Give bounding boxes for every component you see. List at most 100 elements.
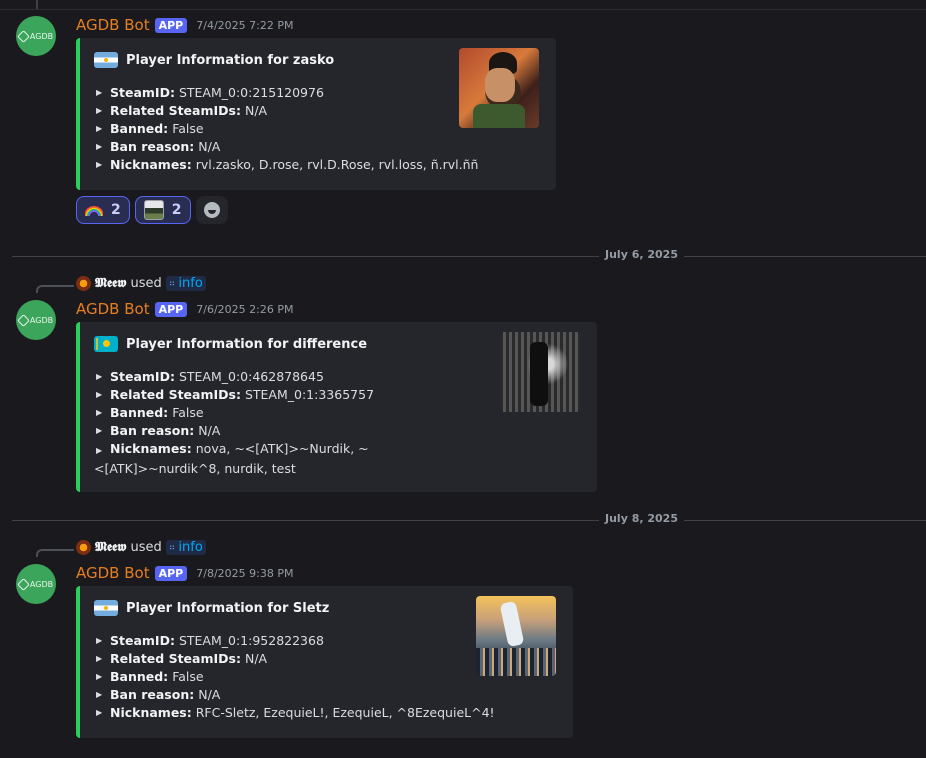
field-nicknames: ▶ Nicknames: RFC-Sletz, EzequieL!, Ezequie…: [94, 704, 495, 722]
reply-context[interactable]: 𝕸𝖊𝖊𝖜 used ⠶ info: [36, 276, 206, 293]
username[interactable]: AGDB Bot: [76, 16, 150, 34]
embed-title: Player Information for difference: [94, 336, 367, 352]
rainbow-emoji-icon: [85, 204, 103, 216]
field-key: Related SteamIDs:: [110, 103, 241, 118]
field-banned: ▶ Banned: False: [94, 120, 478, 138]
bullet-icon: ▶: [96, 446, 103, 455]
bot-avatar[interactable]: AGDB: [16, 16, 56, 56]
field-ban-reason: ▶ Ban reason: N/A: [94, 686, 495, 704]
field-value: False: [172, 121, 204, 136]
embed-title: Player Information for zasko: [94, 52, 334, 68]
field-value: STEAM_0:0:462878645: [178, 369, 324, 384]
reaction-count: 2: [111, 202, 121, 218]
slash-command[interactable]: ⠶ info: [165, 540, 206, 555]
kazakhstan-flag-icon: [94, 336, 118, 352]
avatar-text: AGDB: [29, 31, 54, 41]
reaction-count: 2: [171, 202, 182, 218]
field-key: Nicknames:: [110, 157, 192, 172]
timestamp[interactable]: 7/4/2025 7:22 PM: [196, 19, 293, 32]
field-key: Related SteamIDs:: [110, 651, 241, 666]
command-name: info: [178, 276, 203, 291]
field-value: STEAM_0:1:952822368: [178, 633, 324, 648]
bullet-icon: ▶: [96, 690, 103, 699]
slash-command[interactable]: ⠶ info: [165, 276, 206, 291]
top-border: [0, 0, 926, 10]
field-steamid: ▶ SteamID: STEAM_0:1:952822368: [94, 632, 495, 650]
embed-title: Player Information for Sletz: [94, 600, 329, 616]
avatar-text: AGDB: [29, 579, 54, 589]
field-value: False: [172, 669, 204, 684]
embed-fields: ▶ SteamID: STEAM_0:0:215120976 ▶ Related St…: [94, 84, 478, 174]
bullet-icon: ▶: [96, 160, 103, 169]
reaction-rainbow[interactable]: 2: [76, 196, 130, 224]
reply-text: used: [130, 276, 162, 291]
bullet-icon: ▶: [96, 106, 103, 115]
reaction-custom[interactable]: 2: [134, 196, 191, 224]
field-value: RFC-Sletz, EzequieL!, EzequieL, ^8Ezequi…: [195, 705, 495, 720]
reply-connector: [36, 284, 74, 293]
agdb-logo-icon: [17, 313, 30, 327]
bullet-icon: ▶: [96, 88, 103, 97]
field-key: Banned:: [110, 405, 169, 420]
thread-line: [36, 0, 38, 9]
field-value: N/A: [198, 139, 221, 154]
embed-thumbnail[interactable]: [476, 596, 556, 676]
reply-connector: [36, 548, 74, 557]
player-embed: Player Information for zasko ▶ SteamID: ST…: [76, 38, 556, 190]
reply-avatar: [76, 540, 91, 555]
reply-username[interactable]: 𝕸𝖊𝖊𝖜: [95, 540, 127, 555]
reply-context[interactable]: 𝕸𝖊𝖊𝖜 used ⠶ info: [36, 540, 206, 557]
argentina-flag-icon: [94, 600, 118, 616]
field-ban-reason: ▶ Ban reason: N/A: [94, 138, 478, 156]
embed-thumbnail[interactable]: [500, 332, 580, 412]
message-header: AGDB Bot APP 7/4/2025 7:22 PM: [76, 16, 293, 34]
add-reaction-button[interactable]: [195, 196, 228, 224]
date-divider-label: July 8, 2025: [599, 512, 684, 525]
bullet-icon: ▶: [96, 672, 103, 681]
reply-username[interactable]: 𝕸𝖊𝖊𝖜: [95, 276, 127, 291]
field-value: False: [172, 405, 204, 420]
field-key: Ban reason:: [110, 139, 195, 154]
bullet-icon: ▶: [96, 372, 103, 381]
field-value: STEAM_0:1:3365757: [244, 387, 375, 402]
timestamp[interactable]: 7/6/2025 2:26 PM: [196, 303, 293, 316]
username[interactable]: AGDB Bot: [76, 300, 150, 318]
timestamp[interactable]: 7/8/2025 9:38 PM: [196, 567, 293, 580]
argentina-flag-icon: [94, 52, 118, 68]
field-key: SteamID:: [110, 633, 175, 648]
bullet-icon: ▶: [96, 142, 103, 151]
embed-title-text: Player Information for difference: [126, 336, 368, 352]
bot-avatar[interactable]: AGDB: [16, 300, 56, 340]
field-nicknames: ▶ Nicknames: rvl.zasko, D.rose, rvl.D.Rose…: [94, 156, 478, 174]
embed-thumbnail[interactable]: [459, 48, 539, 128]
player-embed: Player Information for difference ▶ Steam…: [76, 322, 597, 492]
bot-avatar[interactable]: AGDB: [16, 564, 56, 604]
app-badge: APP: [154, 565, 188, 581]
field-key: Related SteamIDs:: [110, 387, 241, 402]
field-key: Banned:: [110, 669, 169, 684]
date-divider: July 6, 2025: [12, 248, 926, 261]
agdb-logo-icon: [17, 577, 30, 591]
avatar-text: AGDB: [29, 315, 54, 325]
embed-title-text: Player Information for zasko: [126, 52, 335, 68]
field-banned: ▶ Banned: False: [94, 404, 489, 422]
field-key: Ban reason:: [110, 687, 195, 702]
field-value: N/A: [244, 651, 268, 666]
player-embed: Player Information for Sletz ▶ SteamID: ST…: [76, 586, 573, 738]
field-related-steamids: ▶ Related SteamIDs: N/A: [94, 102, 478, 120]
bullet-icon: ▶: [96, 390, 103, 399]
command-icon: ⠶: [168, 278, 176, 289]
field-related-steamids: ▶ Related SteamIDs: N/A: [94, 650, 495, 668]
field-value: STEAM_0:0:215120976: [178, 85, 324, 100]
field-steamid: ▶ SteamID: STEAM_0:0:462878645: [94, 368, 489, 386]
field-value: N/A: [198, 423, 221, 438]
username[interactable]: AGDB Bot: [76, 564, 150, 582]
bullet-icon: ▶: [96, 654, 103, 663]
embed-fields: ▶ SteamID: STEAM_0:0:462878645 ▶ Related St…: [94, 368, 489, 478]
field-banned: ▶ Banned: False: [94, 668, 495, 686]
field-key: Nicknames:: [110, 705, 192, 720]
embed-title-text: Player Information for Sletz: [126, 600, 330, 616]
command-name: info: [178, 540, 203, 555]
date-divider-label: July 6, 2025: [599, 248, 684, 261]
field-value: N/A: [244, 103, 268, 118]
